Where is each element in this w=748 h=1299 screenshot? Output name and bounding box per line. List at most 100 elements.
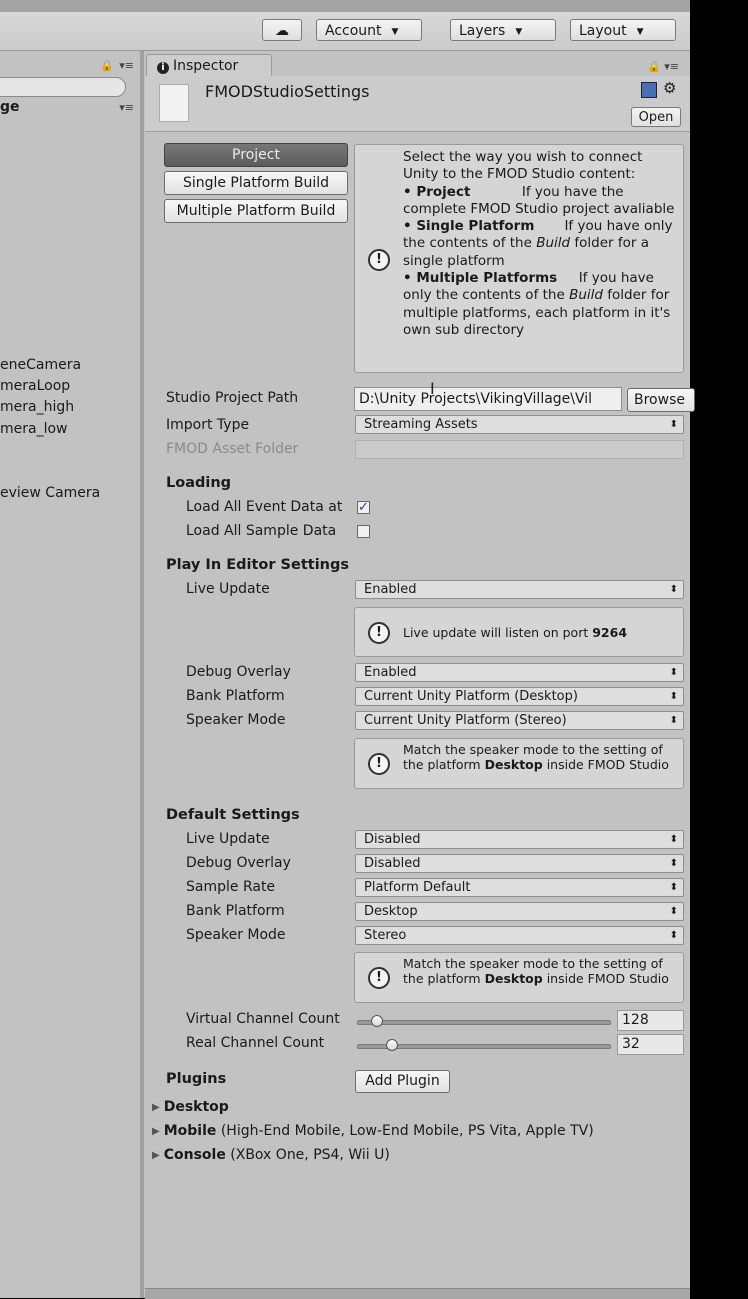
dropdown-arrow-icon: ⬍ <box>669 691 678 702</box>
foldout-arrow-icon: ▶ <box>152 1150 160 1161</box>
scene-menu-icon[interactable]: ▾≡ <box>119 101 134 114</box>
help-single-build: Build <box>536 235 571 252</box>
default-speaker-mode-dropdown[interactable]: Stereo ⬍ <box>355 926 684 945</box>
tab-inspector-label: Inspector <box>173 58 239 74</box>
pie-speaker-mode-value: Current Unity Platform (Stereo) <box>364 713 567 728</box>
hierarchy-item[interactable]: mera_high <box>0 399 74 415</box>
hierarchy-item[interactable]: meraLoop <box>0 378 70 394</box>
dropdown-arrow-icon: ⬍ <box>669 715 678 726</box>
dropdown-arrow-icon: ▼ <box>391 27 399 37</box>
real-channel-slider-handle[interactable] <box>386 1039 399 1051</box>
dropdown-arrow-icon: ⬍ <box>669 858 678 869</box>
fmod-asset-folder-label: FMOD Asset Folder <box>166 441 299 457</box>
platform-group-desktop[interactable]: ▶ Desktop <box>152 1099 229 1115</box>
browse-button[interactable]: Browse <box>627 388 695 412</box>
platform-group-console[interactable]: ▶ Console (XBox One, PS4, Wii U) <box>152 1147 390 1163</box>
inspector-menu-icon[interactable]: 🔒 ▾≡ <box>647 60 679 73</box>
platform-group-name: Console <box>163 1147 226 1163</box>
scene-title: ge <box>0 99 20 115</box>
foldout-arrow-icon: ▶ <box>152 1126 160 1137</box>
open-button[interactable]: Open <box>631 107 681 127</box>
inspector-panel: FMODStudioSettings ⚙ Open Project Single… <box>145 76 695 1299</box>
unity-editor-window: ☁ Account ▼ Layers ▼ Layout ▼ 🔒 ▾≡ ge ▾≡ en… <box>0 0 695 1299</box>
multiple-platform-build-button[interactable]: Multiple Platform Build <box>164 199 348 223</box>
gear-icon[interactable]: ⚙ <box>663 79 676 97</box>
pie-live-update-dropdown[interactable]: Enabled ⬍ <box>355 580 684 599</box>
mode-help-text: Select the way you wish to connect Unity… <box>403 149 679 339</box>
account-label: Account <box>325 23 382 39</box>
pie-speaker-info-b: inside FMOD Studio <box>546 757 669 772</box>
virtual-channel-count-field[interactable]: 128 <box>617 1010 684 1031</box>
add-plugin-button[interactable]: Add Plugin <box>355 1070 450 1093</box>
dropdown-arrow-icon: ⬍ <box>669 930 678 941</box>
default-speaker-mode-label: Speaker Mode <box>186 927 286 943</box>
play-in-editor-section-title: Play In Editor Settings <box>166 557 349 573</box>
load-all-sample-data-label: Load All Sample Data <box>186 523 337 539</box>
platform-group-mobile[interactable]: ▶ Mobile (High-End Mobile, Low-End Mobile… <box>152 1123 594 1139</box>
hierarchy-item[interactable]: eneCamera <box>0 357 81 373</box>
pie-speaker-mode-dropdown[interactable]: Current Unity Platform (Stereo) ⬍ <box>355 711 684 730</box>
warning-icon: ! <box>368 967 390 989</box>
studio-project-path-field[interactable]: D:\Unity Projects\VikingVillage\Vil <box>354 387 622 411</box>
default-speaker-info-text: Match the speaker mode to the setting of… <box>403 956 681 986</box>
default-speaker-info-platform: Desktop <box>484 971 543 986</box>
pie-bank-platform-label: Bank Platform <box>186 688 285 704</box>
asset-title: FMODStudioSettings <box>205 82 370 101</box>
single-platform-build-button[interactable]: Single Platform Build <box>164 171 348 195</box>
account-dropdown[interactable]: Account ▼ <box>316 19 422 41</box>
default-debug-overlay-dropdown[interactable]: Disabled ⬍ <box>355 854 684 873</box>
default-bank-platform-label: Bank Platform <box>186 903 285 919</box>
default-live-update-dropdown[interactable]: Disabled ⬍ <box>355 830 684 849</box>
hierarchy-search-input[interactable] <box>0 77 126 97</box>
panel-menu-icon[interactable]: ▾≡ <box>119 59 134 72</box>
import-type-dropdown[interactable]: Streaming Assets ⬍ <box>355 415 684 434</box>
studio-project-path-label: Studio Project Path <box>166 390 299 406</box>
fmod-asset-folder-field <box>355 440 684 459</box>
load-all-sample-data-checkbox[interactable] <box>357 525 370 538</box>
panel-divider[interactable] <box>140 51 144 1298</box>
dropdown-arrow-icon: ⬍ <box>669 882 678 893</box>
layers-label: Layers <box>459 23 506 39</box>
layers-dropdown[interactable]: Layers ▼ <box>450 19 556 41</box>
pie-speaker-info-platform: Desktop <box>484 757 543 772</box>
default-sample-rate-dropdown[interactable]: Platform Default ⬍ <box>355 878 684 897</box>
asset-labels-bar <box>145 1288 690 1299</box>
help-multi-build: Build <box>569 287 603 304</box>
project-mode-button[interactable]: Project <box>164 143 348 167</box>
pie-live-update-value: Enabled <box>364 582 417 597</box>
default-live-update-label: Live Update <box>186 831 270 847</box>
help-single-title: • Single Platform <box>403 218 535 235</box>
tab-inspector[interactable]: i Inspector <box>146 54 272 77</box>
default-sample-rate-value: Platform Default <box>364 880 471 895</box>
hierarchy-scene-header[interactable]: ge ▾≡ <box>0 99 140 119</box>
default-bank-platform-dropdown[interactable]: Desktop ⬍ <box>355 902 684 921</box>
load-all-event-data-label: Load All Event Data at <box>186 499 343 515</box>
dropdown-arrow-icon: ▼ <box>515 27 523 37</box>
cloud-icon: ☁ <box>275 23 289 39</box>
hierarchy-item[interactable]: mera_low <box>0 421 68 437</box>
pie-speaker-info-text: Match the speaker mode to the setting of… <box>403 742 681 772</box>
default-debug-overlay-value: Disabled <box>364 856 421 871</box>
virtual-channel-slider[interactable] <box>357 1020 611 1025</box>
cloud-button[interactable]: ☁ <box>262 19 302 41</box>
pie-bank-platform-dropdown[interactable]: Current Unity Platform (Desktop) ⬍ <box>355 687 684 706</box>
default-debug-overlay-label: Debug Overlay <box>186 855 291 871</box>
dropdown-arrow-icon: ⬍ <box>669 834 678 845</box>
pie-live-update-label: Live Update <box>186 581 270 597</box>
load-all-event-data-checkbox[interactable]: ✓ <box>357 501 370 514</box>
dropdown-arrow-icon: ⬍ <box>669 584 678 595</box>
pie-debug-overlay-dropdown[interactable]: Enabled ⬍ <box>355 663 684 682</box>
pie-bank-platform-value: Current Unity Platform (Desktop) <box>364 689 578 704</box>
help-book-icon[interactable] <box>641 82 657 98</box>
real-channel-count-field[interactable]: 32 <box>617 1034 684 1055</box>
hierarchy-item[interactable]: eview Camera <box>0 485 100 501</box>
platform-group-detail: (High-End Mobile, Low-End Mobile, PS Vit… <box>220 1123 594 1139</box>
lock-icon[interactable]: 🔒 <box>100 59 114 72</box>
hierarchy-panel: 🔒 ▾≡ ge ▾≡ eneCamera meraLoop mera_high … <box>0 51 140 1298</box>
info-icon: i <box>157 62 169 74</box>
virtual-channel-slider-handle[interactable] <box>371 1015 384 1027</box>
virtual-channel-count-label: Virtual Channel Count <box>186 1011 340 1027</box>
layout-dropdown[interactable]: Layout ▼ <box>570 19 676 41</box>
platform-group-name: Desktop <box>163 1099 229 1115</box>
pie-debug-overlay-value: Enabled <box>364 665 417 680</box>
